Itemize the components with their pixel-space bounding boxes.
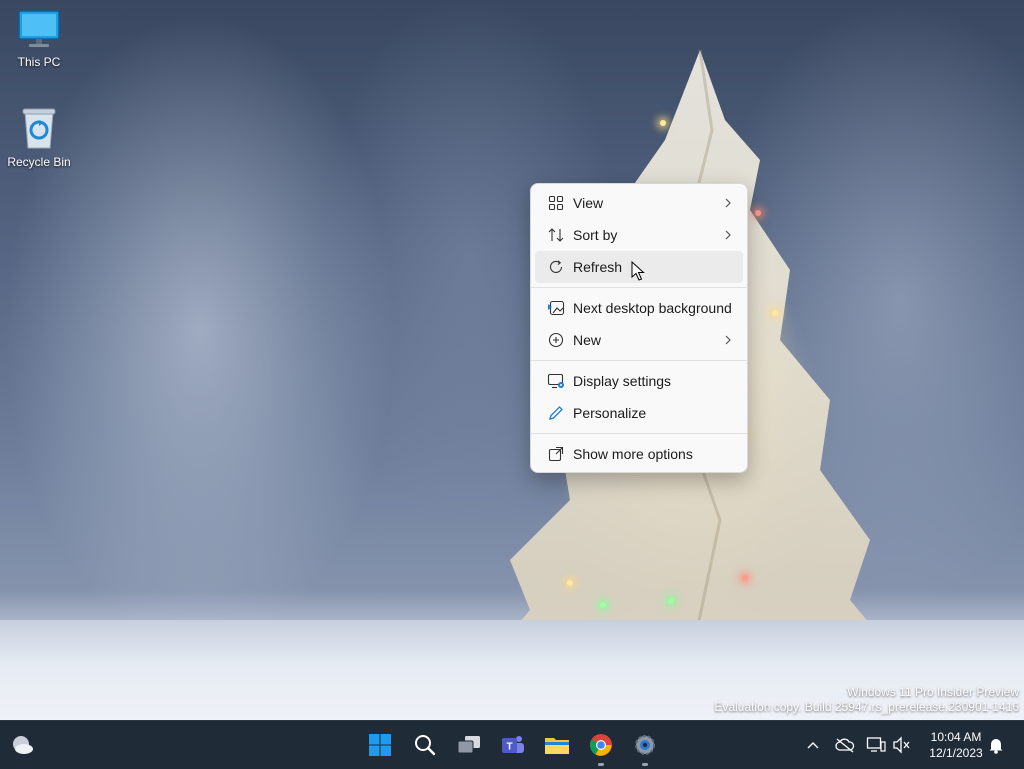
onedrive-button[interactable] <box>835 735 855 755</box>
tree-light <box>660 120 666 126</box>
network-icon <box>866 737 886 752</box>
taskbar-clock[interactable]: 10:04 AM 12/1/2023 <box>924 729 988 761</box>
next-background-icon <box>545 300 567 316</box>
show-more-options-icon <box>545 446 567 462</box>
chevron-right-icon <box>725 335 731 345</box>
clock-date: 12/1/2023 <box>929 746 983 760</box>
menu-item-display-settings[interactable]: Display settings <box>535 365 743 397</box>
desktop-icon-label: This PC <box>17 55 61 69</box>
tree-light <box>600 602 606 608</box>
file-explorer-button[interactable] <box>541 729 573 761</box>
display-settings-icon <box>545 373 567 389</box>
build-watermark: Windows 11 Pro Insider Preview Evaluatio… <box>714 685 1019 715</box>
menu-item-label: Show more options <box>573 446 693 462</box>
cloud-offline-icon <box>835 738 855 753</box>
desktop-icon-recycle-bin[interactable]: Recycle Bin <box>3 106 75 169</box>
desktop-icon-this-pc[interactable]: This PC <box>3 8 75 69</box>
teams-icon: T <box>502 736 524 753</box>
menu-item-label: Next desktop background <box>573 300 732 316</box>
bell-icon <box>989 739 1003 754</box>
search-icon <box>415 735 436 756</box>
tree-light <box>772 310 778 316</box>
weather-cloud-icon <box>13 736 33 754</box>
chevron-up-icon <box>807 742 819 749</box>
tree-light <box>755 210 761 216</box>
menu-item-show-more-options[interactable]: Show more options <box>535 438 743 470</box>
menu-item-next-desktop-background[interactable]: Next desktop background <box>535 292 743 324</box>
speaker-muted-icon <box>893 736 910 754</box>
monitor-icon <box>18 10 60 47</box>
chevron-right-icon <box>725 230 731 240</box>
watermark-build: Evaluation copy. Build 25947.rs_prerelea… <box>714 700 1019 714</box>
notifications-button[interactable] <box>986 735 1006 755</box>
windows-start-icon <box>369 734 391 756</box>
menu-item-new[interactable]: New <box>535 324 743 356</box>
tree-light <box>742 575 748 581</box>
refresh-icon <box>545 259 567 275</box>
menu-separator <box>531 433 747 434</box>
tree-light <box>668 598 674 604</box>
sort-icon <box>545 227 567 243</box>
mouse-cursor-icon <box>631 261 645 281</box>
task-view-icon <box>457 736 480 754</box>
menu-item-label: New <box>573 332 602 348</box>
menu-item-personalize[interactable]: Personalize <box>535 397 743 429</box>
tree-light <box>567 580 573 586</box>
start-button[interactable] <box>364 729 396 761</box>
chrome-button[interactable] <box>585 729 617 766</box>
watermark-edition: Windows 11 Pro Insider Preview <box>847 685 1019 699</box>
desktop-wallpaper[interactable] <box>0 0 1024 720</box>
widgets-button[interactable] <box>6 729 38 761</box>
desktop-icon-label: Recycle Bin <box>7 155 71 169</box>
menu-item-view[interactable]: View <box>535 187 743 219</box>
menu-item-label: View <box>573 195 604 211</box>
running-indicator <box>598 763 604 766</box>
menu-separator <box>531 287 747 288</box>
grid-view-icon <box>545 195 567 211</box>
volume-button[interactable] <box>892 735 912 755</box>
recycle-bin-icon <box>22 108 56 149</box>
running-indicator <box>642 763 648 766</box>
pen-icon <box>545 405 567 421</box>
teams-button[interactable]: T <box>497 729 529 761</box>
svg-text:T: T <box>506 742 512 753</box>
menu-separator <box>531 360 747 361</box>
menu-item-sort-by[interactable]: Sort by <box>535 219 743 251</box>
new-plus-icon <box>545 332 567 348</box>
clock-time: 10:04 AM <box>930 730 982 744</box>
chevron-right-icon <box>725 198 731 208</box>
task-view-button[interactable] <box>453 729 485 761</box>
show-hidden-icons-button[interactable] <box>803 735 823 755</box>
settings-gear-icon <box>635 735 655 755</box>
menu-item-label: Refresh <box>573 259 623 275</box>
menu-item-label: Display settings <box>573 373 672 389</box>
menu-item-label: Personalize <box>573 405 647 421</box>
chrome-icon <box>590 734 612 756</box>
settings-button[interactable] <box>629 729 661 766</box>
network-button[interactable] <box>866 735 886 755</box>
search-button[interactable] <box>409 729 441 761</box>
taskbar: T 10:04 AM 12/1/2023 <box>0 720 1024 769</box>
menu-item-label: Sort by <box>573 227 618 243</box>
desktop-context-menu: View Sort by Refresh Next desktop backgr… <box>530 183 748 473</box>
file-explorer-icon <box>545 738 569 754</box>
